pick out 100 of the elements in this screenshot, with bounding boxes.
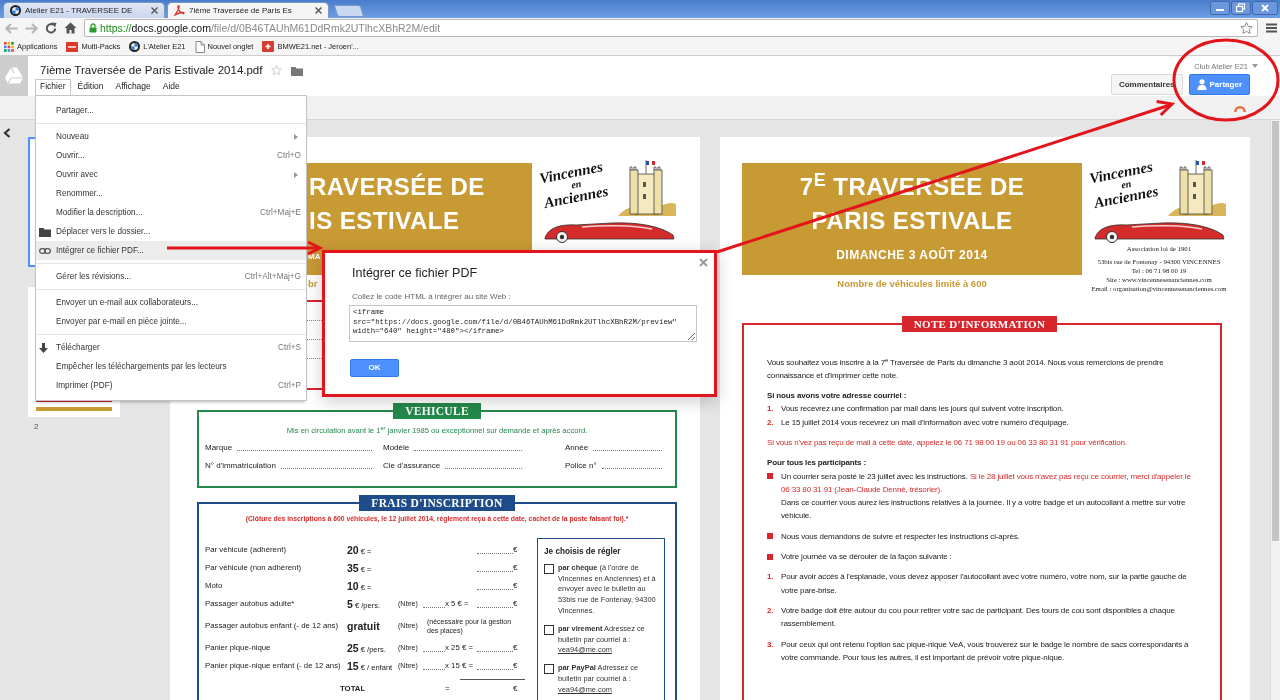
- scrollbar[interactable]: [1270, 120, 1280, 700]
- menu-item[interactable]: Aide: [157, 79, 185, 95]
- menu-item[interactable]: Modifier la description... Ctrl+Maj+E: [36, 203, 306, 222]
- close-icon[interactable]: [1252, 1, 1278, 15]
- folder-icon: [39, 226, 51, 237]
- castle-drawing: [1168, 160, 1226, 216]
- menu-item[interactable]: Imprimer (PDF) Ctrl+P: [36, 376, 306, 395]
- close-icon[interactable]: [151, 7, 158, 14]
- list-item-text: Pour avoir accès à l'esplanade, vous devez apposer l'autocollant avec votre numéro, votre nom, sur la partie gauche de votre pare-brise.: [781, 571, 1188, 597]
- menu-icon[interactable]: [1266, 23, 1277, 33]
- field-label: Collez le code HTML à intégrer au site Web :: [352, 292, 511, 302]
- lock-icon: [89, 23, 97, 33]
- shortcut-text: Ctrl+S: [278, 342, 301, 353]
- list-item-text: Vous recevrez une confirmation par mail dans les jours qui suivent votre inscription.: [781, 403, 1065, 416]
- field-label: Marque: [205, 442, 233, 454]
- fill-in-line: [477, 651, 513, 652]
- list-item-text: Dans ce courrier vous aurez les instructions relatives à la journée. Il y a votre badge et un autocollant à mettre sur votre véhicule.: [781, 497, 1187, 523]
- menu-item[interactable]: Fichier: [35, 79, 71, 95]
- panel-heading: Je choisis de régler: [544, 547, 621, 558]
- home-icon[interactable]: [64, 22, 77, 34]
- download-icon: [39, 342, 48, 353]
- menu-item[interactable]: Renommer...: [36, 184, 306, 203]
- logo-text: en: [1120, 178, 1133, 191]
- fill-in-line: [477, 571, 513, 572]
- browser-tab[interactable]: Atelier E21 - TRAVERSEE DE: [3, 2, 165, 18]
- list-item-text: Votre journée va se dérouler de la façon suivante :: [781, 551, 953, 564]
- roundel-icon: [129, 41, 141, 52]
- field-label: Modèle: [383, 442, 410, 454]
- document-title: 7ième Traversée de Paris Estivale 2014.pdf: [40, 63, 263, 78]
- list-number: 1.: [767, 403, 774, 416]
- address-bar[interactable]: https://docs.google.com/file/d/0B46TAUhM61DdRmk2UTlhcXBhR2M/edit: [84, 19, 1258, 37]
- section-heading: NOTE D'INFORMATION: [901, 316, 1058, 332]
- bullet-square-icon: [767, 553, 773, 560]
- field-label: Police n°: [565, 460, 597, 472]
- tile-icon: [66, 41, 79, 52]
- menu-item[interactable]: Gérer les révisions... Ctrl+Alt+Maj+G: [36, 267, 306, 286]
- menu-item[interactable]: Déplacer vers le dossier...: [36, 222, 306, 241]
- menu-item[interactable]: Partager...: [36, 101, 306, 120]
- fill-in-line: [601, 468, 662, 469]
- menu-item[interactable]: Édition: [72, 79, 109, 95]
- person-icon: [1196, 79, 1207, 90]
- section-heading: VEHICULE: [393, 403, 481, 419]
- fill-in-line: [423, 651, 445, 652]
- close-icon[interactable]: [699, 258, 708, 267]
- fill-in-line: [477, 589, 513, 590]
- list-item-text: Un courrier sera posté le 23 juillet avec les instructions. Si le 28 juillet vous n'avez pas reçu ce courrier, merci d'appeler le 06 33 80 31 91 (Jean-Claude Denné, trésorier).: [781, 470, 1192, 496]
- banner-text: DIMANCHE 3 AOÛT 2014: [836, 248, 988, 262]
- field-label: N° d'immatriculation: [205, 460, 276, 472]
- link-icon: [39, 247, 51, 254]
- swirl-icon: [174, 5, 185, 16]
- field-label: Cie d'assurance: [383, 460, 441, 472]
- shortcut-text: Ctrl+Alt+Maj+G: [244, 271, 301, 282]
- chevron-icon[interactable]: [3, 127, 11, 138]
- menu-item[interactable]: Empêcher les téléchargements par les lecteurs: [36, 357, 306, 376]
- note-paragraph: Si vous n'vez pas reçu de mail à cette date, appelez le 06 71 98 00 19 ou 06 33 80 31 91 pour vérification.: [767, 437, 1128, 449]
- browser-tab[interactable]: 7ième Traversée de Paris Es: [167, 2, 329, 18]
- fill-in-line: [423, 607, 445, 608]
- menu-item[interactable]: Ouvrir avec: [36, 165, 306, 184]
- banner-text: MA: [308, 252, 321, 261]
- field-label: Année: [565, 442, 589, 454]
- arc-icon: [1234, 103, 1246, 112]
- fill-in-line: [477, 553, 513, 554]
- section-heading: FRAIS D'INSCRIPTION: [359, 495, 515, 511]
- reload-icon[interactable]: [45, 22, 57, 34]
- note-heading: Pour tous les participants :: [767, 457, 866, 470]
- dialog-title: Intégrer ce fichier PDF: [352, 265, 478, 281]
- fill-in-line: [477, 669, 513, 670]
- fill-in-line: [477, 607, 513, 608]
- note-paragraph: Vous souhaitez vous inscrire à la 7$^{e}$ Traversée de Paris du dimanche 3 août 2014. Nous vous remercions de prendre connaissance et d'imprimer cette note.: [767, 355, 1165, 382]
- list-item-text: Votre badge doit être autour du cou pour retirer votre sac de participant. Des tours de cou sont disponibles à chaque rassemblement.: [781, 604, 1176, 631]
- list-number: 1.: [767, 571, 774, 584]
- bullet-square-icon: [767, 473, 773, 480]
- menu-item[interactable]: Ouvrir... Ctrl+O: [36, 146, 306, 165]
- roundel-icon: [10, 5, 21, 16]
- fill-in-line: [593, 450, 662, 451]
- banner-text: RAVERSÉE DE: [309, 173, 485, 200]
- star-icon[interactable]: [271, 65, 283, 76]
- star-icon[interactable]: [1240, 21, 1253, 35]
- restore-icon[interactable]: [1231, 1, 1251, 15]
- scrollbar-thumb[interactable]: [1272, 121, 1279, 541]
- fill-in-line: [423, 669, 445, 670]
- folder-icon[interactable]: [291, 65, 304, 76]
- castle-drawing: [618, 160, 676, 216]
- menu-item[interactable]: Affichage: [110, 79, 156, 95]
- menu-item[interactable]: Télécharger Ctrl+S: [36, 338, 306, 357]
- banner-text: IS ESTIVALE: [309, 207, 460, 234]
- caret-icon: [1252, 64, 1258, 68]
- close-icon[interactable]: [315, 7, 322, 14]
- bullet-square-icon: [767, 533, 773, 540]
- subtitle-text: Nombre de véhicules limité à 600: [837, 278, 987, 289]
- menu-item[interactable]: Envoyer un e-mail aux collaborateurs...: [36, 293, 306, 312]
- list-item-text: Pour ceux qui ont retenu l'option sac pique-nique VeA, vous trouverez sur le badge le nombre de sacs correspondants à votre commande. Pour tous les autres, il est important de prévoir votre pique-nique.: [781, 638, 1190, 664]
- apps-grid-icon: [4, 41, 14, 52]
- list-item-text: Le 15 juillet 2014 vous recevrez un mail d'information avec votre numéro d'équipage.: [781, 416, 1070, 429]
- menu-item[interactable]: Nouveau: [36, 127, 306, 146]
- list-item-text: Nous vous demandons de suivre et respecter les instructions ci-après.: [781, 530, 1021, 543]
- menu-item[interactable]: Envoyer par e-mail en pièce jointe...: [36, 312, 306, 331]
- note-heading: Si nous avons votre adresse courriel :: [767, 390, 907, 403]
- minimize-icon[interactable]: [1210, 1, 1230, 15]
- fee-price: gratuit: [347, 619, 380, 633]
